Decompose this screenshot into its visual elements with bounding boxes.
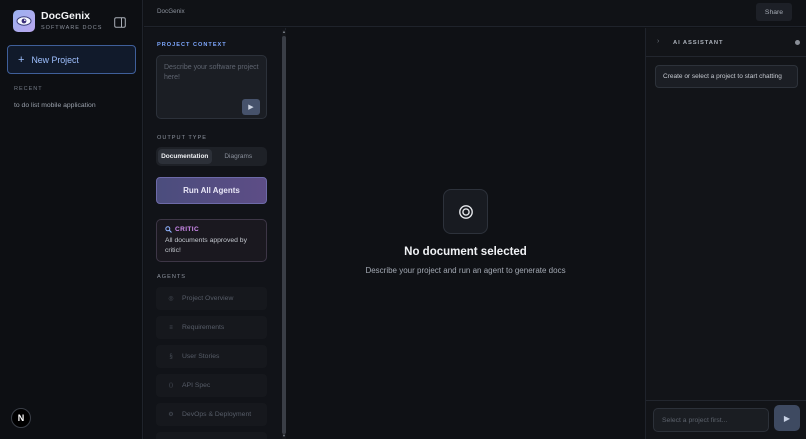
agent-label: DevOps & Deployment: [182, 411, 252, 418]
send-icon: ▶: [248, 104, 254, 111]
agent-requirements[interactable]: ≡ Requirements: [156, 316, 267, 339]
chevron-right-icon[interactable]: ›: [657, 38, 659, 45]
section-icon: §: [169, 353, 173, 360]
agent-label: Requirements: [182, 324, 225, 331]
app-logo: [13, 10, 35, 32]
agent-label: User Stories: [182, 353, 220, 360]
agent-api-spec[interactable]: ⟨⟩ API Spec: [156, 374, 267, 397]
app-name: DocGenix: [41, 10, 91, 22]
eye-icon: [16, 16, 32, 26]
target-icon: ◎: [168, 296, 174, 302]
sidebar-toggle-button[interactable]: [114, 15, 126, 28]
ai-assistant-panel: › AI ASSISTANT Create or select a projec…: [645, 28, 806, 439]
assistant-chat-input[interactable]: [653, 408, 769, 432]
critic-title-text: CRITIC: [175, 226, 200, 233]
agent-project-overview[interactable]: ◎ Project Overview: [156, 287, 267, 310]
assistant-title: AI ASSISTANT: [673, 40, 724, 46]
agent-user-stories[interactable]: § User Stories: [156, 345, 267, 368]
recent-heading: RECENT: [14, 86, 43, 92]
context-panel-scrollbar[interactable]: ▲ ▼: [282, 30, 286, 439]
scroll-up-icon[interactable]: ▲: [282, 30, 286, 34]
agent-partial-row[interactable]: [156, 432, 267, 439]
project-context-heading: PROJECT CONTEXT: [157, 42, 227, 48]
project-context-placeholder: Describe your software project here!: [164, 64, 259, 81]
empty-state-subtitle: Describe your project and run an agent t…: [365, 266, 566, 275]
assistant-message: Create or select a project to start chat…: [655, 65, 798, 88]
assistant-footer: ▶: [646, 400, 806, 439]
output-type-diagrams[interactable]: Diagrams: [212, 149, 266, 164]
new-project-button[interactable]: + New Project: [7, 45, 136, 74]
assistant-header: › AI ASSISTANT: [646, 28, 806, 57]
target-icon: [458, 204, 473, 219]
scroll-thumb[interactable]: [282, 36, 286, 434]
output-type-toggle: Documentation Diagrams: [156, 147, 267, 166]
app-subtitle: SOFTWARE DOCS: [41, 25, 103, 31]
assistant-send-button[interactable]: ▶: [774, 405, 800, 431]
critic-card: CRITIC All documents approved by critic!: [156, 219, 267, 262]
agent-devops-deployment[interactable]: ⚙ DevOps & Deployment: [156, 403, 267, 426]
context-panel: PROJECT CONTEXT Describe your software p…: [144, 28, 286, 439]
sidebar-toggle-icon: [114, 17, 126, 28]
top-header: DocGenix Share: [144, 0, 806, 27]
agent-label: Project Overview: [182, 295, 234, 302]
context-send-button[interactable]: ▶: [242, 99, 260, 115]
output-type-documentation[interactable]: Documentation: [158, 149, 212, 164]
breadcrumb: DocGenix: [157, 8, 185, 15]
code-icon: ⟨⟩: [168, 383, 174, 389]
document-viewer: No document selected Describe your proje…: [287, 28, 644, 439]
output-type-heading: OUTPUT TYPE: [157, 135, 207, 141]
share-button[interactable]: Share: [756, 3, 792, 21]
new-project-label: New Project: [31, 54, 79, 65]
send-icon: ▶: [783, 413, 791, 423]
scroll-down-icon[interactable]: ▼: [282, 434, 286, 438]
sidebar: DocGenix SOFTWARE DOCS + New Project REC…: [0, 0, 143, 439]
magnifier-icon: [165, 226, 172, 233]
empty-state-title: No document selected: [404, 246, 527, 258]
gear-icon: ⚙: [168, 412, 174, 418]
agents-heading: AGENTS: [157, 274, 187, 280]
list-icon: ≡: [169, 324, 173, 331]
plus-icon: +: [18, 53, 25, 66]
status-dot-icon: [795, 40, 800, 45]
empty-state-icon-box: [443, 189, 488, 234]
agent-label: API Spec: [182, 382, 211, 389]
critic-message: All documents approved by critic!: [165, 237, 247, 254]
critic-title: CRITIC: [165, 226, 258, 233]
run-all-agents-button[interactable]: Run All Agents: [156, 177, 267, 204]
user-avatar[interactable]: N: [11, 408, 31, 428]
recent-project-item[interactable]: to do list mobile application: [14, 102, 96, 109]
